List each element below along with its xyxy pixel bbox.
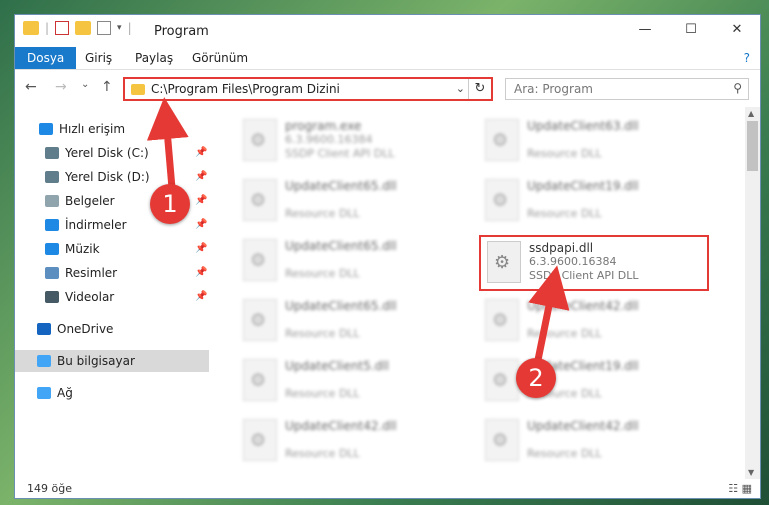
annotation-badge-2: 2 [516, 358, 556, 398]
annotation-arrows [146, 97, 570, 361]
arrow-2 [528, 265, 570, 361]
arrow-1 [146, 97, 189, 189]
annotation-badge-1: 1 [150, 184, 190, 224]
